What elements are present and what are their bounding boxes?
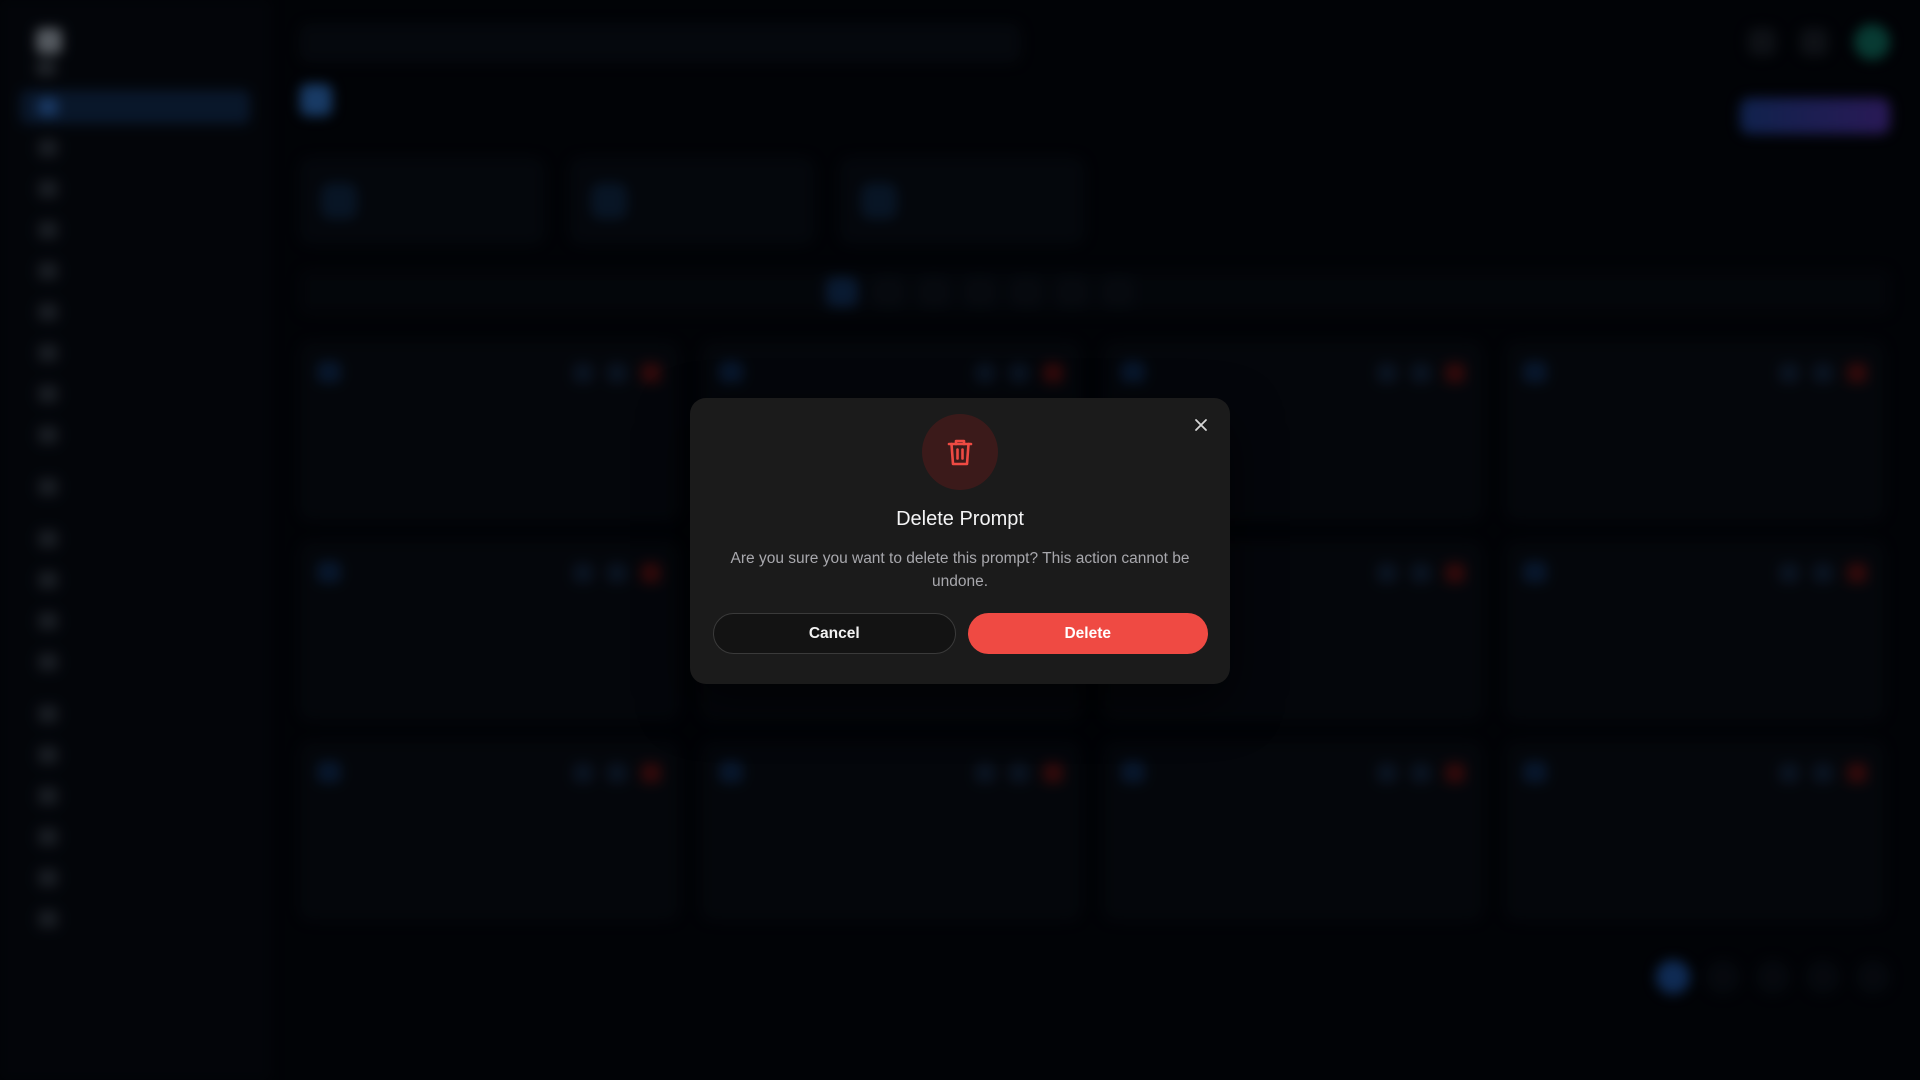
dialog-title: Delete Prompt [896, 508, 1024, 530]
close-icon[interactable] [1190, 414, 1212, 436]
cancel-button[interactable]: Cancel [713, 613, 956, 654]
delete-confirm-dialog: Delete Prompt Are you sure you want to d… [690, 398, 1230, 684]
dialog-actions: Cancel Delete [713, 613, 1208, 654]
trash-icon-badge [922, 414, 998, 490]
close-icon-glyph [1195, 419, 1207, 431]
trash-icon [947, 439, 973, 466]
delete-button[interactable]: Delete [967, 613, 1208, 654]
dialog-message: Are you sure you want to delete this pro… [730, 550, 1190, 590]
